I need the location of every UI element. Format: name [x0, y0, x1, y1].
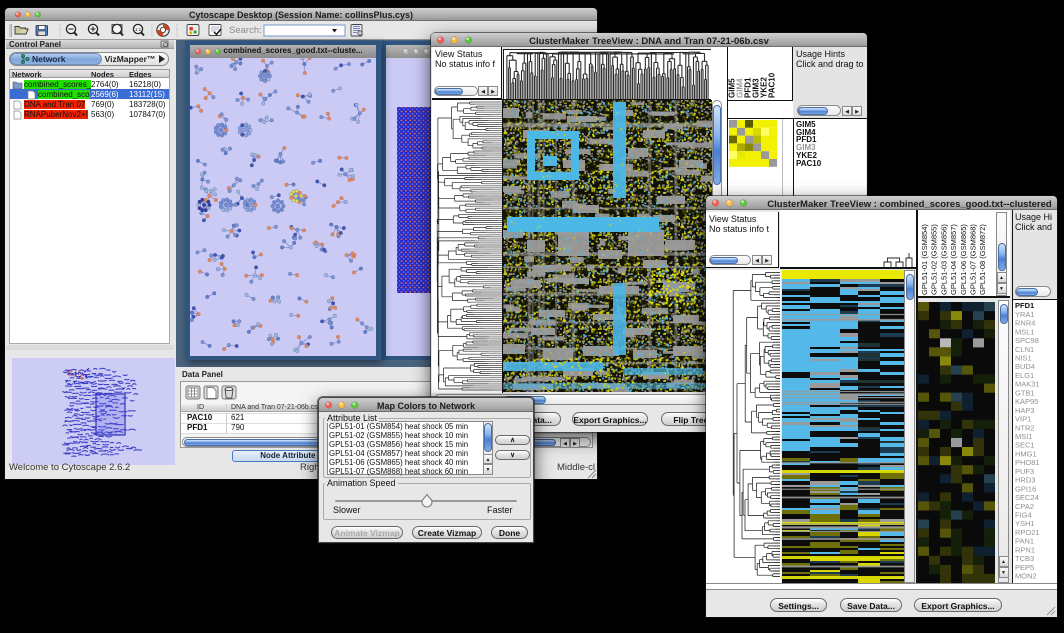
- svg-text:PUF3: PUF3: [1015, 467, 1034, 476]
- svg-text:HAP3: HAP3: [1015, 406, 1035, 415]
- svg-text:CPA2: CPA2: [1015, 502, 1034, 511]
- svg-text:SEC24: SEC24: [1015, 493, 1039, 502]
- svg-text:GPI16: GPI16: [1015, 484, 1036, 493]
- svg-text:MON2: MON2: [1015, 572, 1037, 581]
- svg-text:PHO81: PHO81: [1015, 458, 1040, 467]
- svg-text:GPL51-02 (GSM855): GPL51-02 (GSM855): [930, 224, 939, 295]
- svg-text:ELG1: ELG1: [1015, 371, 1034, 380]
- svg-text:PFD1: PFD1: [1015, 301, 1034, 310]
- svg-text:TCB3: TCB3: [1015, 554, 1034, 563]
- svg-text:RPN1: RPN1: [1015, 545, 1035, 554]
- svg-text:GPL51-07 (GSM868): GPL51-07 (GSM868): [969, 224, 978, 295]
- svg-text:HRD3: HRD3: [1015, 476, 1035, 485]
- svg-text:GPL51-03 (GSM856): GPL51-03 (GSM856): [939, 224, 948, 295]
- svg-text:NTR2: NTR2: [1015, 423, 1035, 432]
- svg-text:NIS1: NIS1: [1015, 354, 1032, 363]
- svg-text:KAP95: KAP95: [1015, 397, 1038, 406]
- svg-text:GPL51-06 (GSM865): GPL51-06 (GSM865): [959, 224, 968, 295]
- svg-text:SEC1: SEC1: [1015, 441, 1035, 450]
- svg-text:MAK31: MAK31: [1015, 380, 1040, 389]
- svg-text:MSL1: MSL1: [1015, 327, 1035, 336]
- svg-text:VIP1: VIP1: [1015, 415, 1031, 424]
- svg-text:BUD4: BUD4: [1015, 362, 1035, 371]
- svg-text:PAC10: PAC10: [768, 72, 777, 98]
- svg-text:GPL51-08 (GSM872): GPL51-08 (GSM872): [978, 224, 987, 295]
- svg-text:GPL51-04 (GSM857): GPL51-04 (GSM857): [949, 224, 958, 295]
- svg-text:RNR4: RNR4: [1015, 319, 1035, 328]
- svg-text:Search:: Search:: [229, 25, 262, 36]
- svg-text:CLN1: CLN1: [1015, 345, 1034, 354]
- svg-text:RPO21: RPO21: [1015, 528, 1040, 537]
- svg-text:SPC98: SPC98: [1015, 336, 1039, 345]
- svg-text:HMG1: HMG1: [1015, 449, 1037, 458]
- svg-text:GPL51-01 (GSM854): GPL51-01 (GSM854): [920, 224, 929, 295]
- svg-text:PAN1: PAN1: [1015, 537, 1034, 546]
- svg-text:FIG4: FIG4: [1015, 511, 1032, 520]
- svg-text:YRA1: YRA1: [1015, 310, 1035, 319]
- svg-text:MSI1: MSI1: [1015, 432, 1033, 441]
- svg-text:PEP5: PEP5: [1015, 563, 1034, 572]
- svg-text:GTB1: GTB1: [1015, 388, 1035, 397]
- svg-text:YSH1: YSH1: [1015, 519, 1035, 528]
- svg-text:1:1: 1:1: [135, 27, 142, 32]
